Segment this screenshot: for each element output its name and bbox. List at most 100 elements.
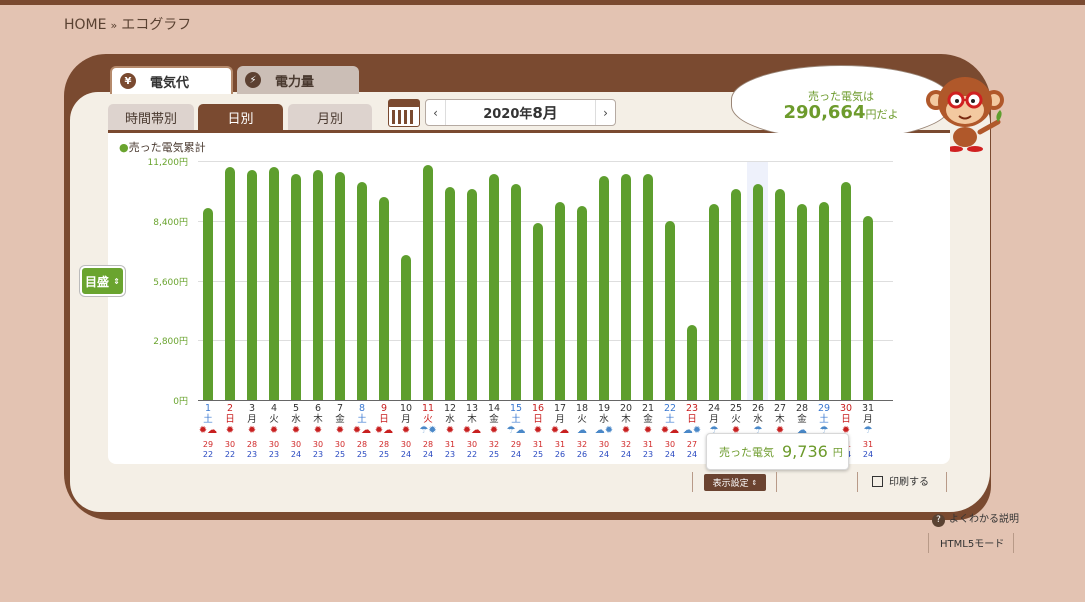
chart-bar[interactable] [379, 197, 389, 400]
chart-bar[interactable] [731, 188, 741, 400]
chart-bar[interactable] [423, 165, 433, 400]
next-month-button[interactable]: › [595, 100, 615, 125]
chart-bar[interactable] [863, 216, 873, 400]
temperature-label: 28 24 [422, 440, 434, 459]
temperature-label: 3124 [862, 440, 874, 459]
chart-bar[interactable] [291, 173, 301, 400]
chart-bar[interactable] [511, 184, 521, 400]
html5-mode-link[interactable]: HTML5モード [940, 535, 1004, 550]
day-label: 2日 [225, 403, 235, 425]
chart-bar[interactable] [753, 184, 763, 400]
printer-icon [872, 476, 883, 487]
print-button[interactable]: 印刷する [872, 473, 929, 488]
divider [1013, 533, 1014, 553]
temperature-label: 31 25 [532, 440, 544, 459]
weather-sun-icon: ✹ [621, 425, 631, 436]
day-label: 12 水 [443, 403, 457, 425]
day-label: 22 土 [663, 403, 677, 425]
chart-bar[interactable] [577, 205, 587, 400]
temperature-label: 29 24 [510, 440, 522, 459]
chart-bar[interactable] [643, 173, 653, 400]
tooltip-value: 9,736 [782, 442, 828, 461]
chart-bar[interactable] [775, 188, 785, 400]
divider [946, 472, 947, 492]
chart-bar[interactable] [445, 186, 455, 400]
chart-bar[interactable] [203, 207, 213, 400]
breadcrumb: HOME » エコグラフ [64, 14, 191, 34]
day-label: 24 月 [707, 403, 721, 425]
tab-label: 電力量 [275, 74, 315, 90]
weather-sun-icon: ✹ [643, 425, 653, 436]
day-label: 8土 [357, 403, 367, 425]
summary-bubble: 売った電気は 290,664円だよ [731, 65, 951, 140]
help-link[interactable]: ? よくわかる説明 [932, 510, 1019, 527]
temperature-label: 30 22 [466, 440, 478, 459]
day-label: 10 月 [399, 403, 413, 425]
display-settings-select[interactable]: 表示設定 ⇕ [704, 474, 766, 491]
temperature-label: 30 23 [312, 440, 324, 459]
legend-dot-icon: ● [119, 141, 129, 154]
weather-sun-icon: ✹ [489, 425, 499, 436]
chart-bar[interactable] [709, 203, 719, 400]
weather-sun-icon: ✹ [269, 425, 279, 436]
chart-bar[interactable] [247, 169, 257, 400]
weather-cloud-sun-icon: ☁✹ [594, 425, 614, 436]
day-label: 17 月 [553, 403, 567, 425]
chart-bar[interactable] [797, 203, 807, 400]
weather-sun-icon: ✹ [313, 425, 323, 436]
tab-electricity-cost[interactable]: ¥ 電気代 [110, 66, 233, 94]
tab-daily[interactable]: 日別 [198, 104, 283, 130]
chart-bar[interactable] [467, 188, 477, 400]
chart-bar[interactable] [621, 173, 631, 400]
calendar-icon[interactable] [388, 99, 420, 127]
day-label: 15 土 [509, 403, 523, 425]
weather-umbrella-cloud-icon: ☂☁ [506, 425, 526, 436]
gridline [198, 340, 893, 342]
tab-electricity-amount[interactable]: ⚡ 電力量 [237, 66, 359, 94]
tab-hourly[interactable]: 時間帯別 [108, 104, 194, 130]
day-label: 13 木 [465, 403, 479, 425]
chart-bar[interactable] [269, 167, 279, 400]
tab-label: 電気代 [150, 75, 190, 91]
day-label: 23 日 [685, 403, 699, 425]
date-navigator: ‹ 2020年8月 › [425, 99, 616, 126]
chart-bar[interactable] [313, 169, 323, 400]
value-tooltip: 売った電気 9,736 円 [706, 433, 849, 470]
prev-month-button[interactable]: ‹ [426, 100, 446, 125]
weather-sun-cloud-icon: ✹☁ [462, 425, 482, 436]
weather-sun-cloud-icon: ✹☁ [550, 425, 570, 436]
chart-bar[interactable] [335, 171, 345, 400]
temperature-label: 32 26 [576, 440, 588, 459]
breadcrumb-home[interactable]: HOME [64, 17, 106, 33]
chart-bar[interactable] [819, 201, 829, 400]
chart-bar[interactable] [841, 182, 851, 400]
scale-button[interactable]: 目盛 ⇕ [80, 266, 125, 296]
chart-legend: ●売った電気累計 [119, 139, 206, 155]
temperature-label: 30 23 [268, 440, 280, 459]
temperature-label: 29 22 [202, 440, 214, 459]
temperature-label: 30 24 [290, 440, 302, 459]
chart-bar[interactable] [687, 325, 697, 400]
tab-monthly[interactable]: 月別 [288, 104, 372, 130]
day-label: 21 金 [641, 403, 655, 425]
bubble-amount: 290,664円だよ [783, 102, 899, 123]
weather-sun-icon: ✹ [533, 425, 543, 436]
gridline [198, 161, 893, 162]
chart-bar[interactable] [665, 220, 675, 400]
chart-bar[interactable] [555, 201, 565, 400]
chart-bar[interactable] [489, 173, 499, 400]
chart-bar[interactable] [357, 182, 367, 400]
chart-bar[interactable] [533, 222, 543, 400]
weather-cloud-icon: ☁ [577, 425, 587, 436]
divider [776, 472, 777, 492]
chart-bar[interactable] [599, 175, 609, 400]
day-label: 16 日 [531, 403, 545, 425]
y-tick-label: 8,400円 [153, 217, 188, 228]
chart-bar[interactable] [225, 167, 235, 400]
weather-umbrella-sun-icon: ☂✹ [419, 425, 437, 436]
chart-bar[interactable] [401, 254, 411, 400]
legend-label: 売った電気累計 [128, 141, 206, 154]
yen-icon: ¥ [120, 73, 136, 89]
weather-sun-icon: ✹ [335, 425, 345, 436]
day-label: 5水 [291, 403, 301, 425]
